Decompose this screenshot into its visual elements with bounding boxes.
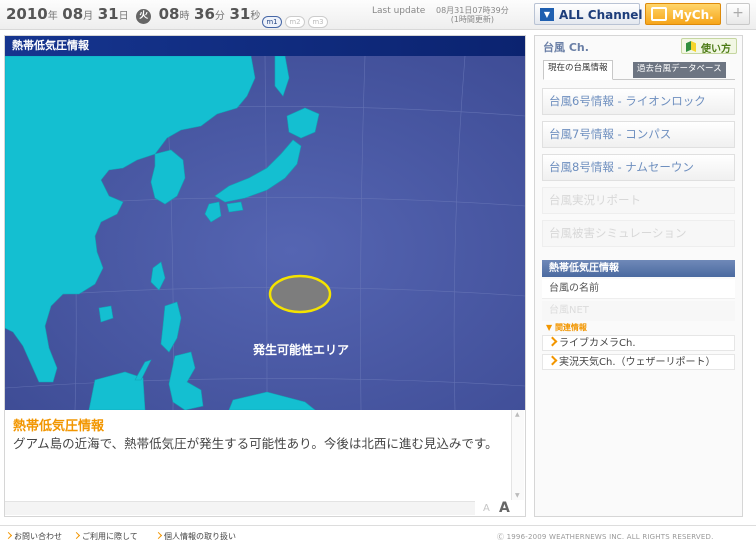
typhoon-map: 発生可能性エリア [5,56,525,410]
mych-button[interactable]: MyCh. [645,3,721,25]
clock-day: 31 [97,5,119,23]
arrow-icon [72,531,81,540]
arrow-icon [547,355,558,366]
footer-terms-label: ご利用に際して [82,532,138,541]
font-size-large-button[interactable]: A [499,500,510,516]
mych-label: MyCh. [672,8,714,22]
related-weather-report-label: 実況天気Ch.（ウェザーリポート） [559,357,716,368]
sidebar-header: 台風 Ch. 使い方 [535,36,742,56]
clock-second-unit: 秒 [250,11,261,22]
mode-tab-m1[interactable]: m1 [262,16,282,28]
clock-weekday: 火 [136,9,152,24]
formation-area-label: 発生可能性エリア [253,343,350,357]
footer-terms-link[interactable]: ご利用に際して [72,531,138,542]
main-panel: 熱帯低気圧情報 発生可能性エリア 熱帯低気圧情報 グアム島の近海で、熱帯低気圧が… [4,35,526,517]
footer-privacy-link[interactable]: 個人情報の取り扱い [154,531,236,542]
current-time: 2010年 08月 31日 火 08時 36分 31秒 [6,5,260,24]
description-text: グアム島の近海で、熱帯低気圧が発生する可能性あり。今後は北西に進む見込みです。 [13,436,498,451]
arrow-icon [547,336,558,347]
clock-minute: 36 [194,5,215,23]
footer-contact-label: お問い合わせ [14,532,62,541]
description-box: 熱帯低気圧情報 グアム島の近海で、熱帯低気圧が発生する可能性あり。今後は北西に進… [5,410,525,516]
clock-minute-unit: 分 [214,11,225,22]
arrow-icon [4,531,13,540]
sidebar-tabs: 現在の台風情報 過去台風データベース [543,60,735,80]
sidebar-title: 台風 Ch. [543,41,589,54]
clock-month-unit: 月 [83,11,94,22]
copyright: Ⓒ 1996-2009 WEATHERNEWS INC. ALL RIGHTS … [497,533,714,541]
beginner-mark-icon [686,41,696,52]
related-live-camera-link[interactable]: ライブカメラCh. [542,335,735,351]
related-live-camera-label: ライブカメラCh. [559,338,636,349]
last-update-note: (1時間更新) [450,15,495,24]
formation-area [268,274,332,314]
scroll-down-icon[interactable]: ▼ [515,492,520,499]
related-info-title: 関連情報 [554,323,587,332]
mode-tab-m3[interactable]: m3 [308,16,328,28]
typhoon-7-button[interactable]: 台風7号情報 - コンパス [542,121,735,148]
top-bar: 2010年 08月 31日 火 08時 36分 31秒 m1 m2 m3 Last … [0,0,756,30]
clock-second: 31 [229,5,251,23]
tab-past-typhoon-database[interactable]: 過去台風データベース [633,62,726,78]
clock-year-unit: 年 [47,11,58,22]
related-info-heading: ▼ 関連情報 [546,323,587,332]
clock-month: 08 [62,5,84,23]
related-weather-report-link[interactable]: 実況天気Ch.（ウェザーリポート） [542,354,735,370]
typhoon-name-link[interactable]: 台風の名前 [542,279,735,299]
mode-tab-m2[interactable]: m2 [285,16,305,28]
usage-button[interactable]: 使い方 [681,38,737,55]
scroll-up-icon[interactable]: ▲ [515,411,520,418]
all-channel-label: ALL Channel [559,8,643,22]
last-update-time: 08月31日07時39分 [436,6,509,15]
add-channel-button[interactable]: + [726,3,750,25]
all-channel-button[interactable]: ▼ ALL Channel [534,3,643,25]
footer-privacy-label: 個人情報の取り扱い [164,532,236,541]
footer: お問い合わせ ご利用に際して 個人情報の取り扱い Ⓒ 1996-2009 WEA… [0,525,756,545]
description-scrollbar[interactable]: ▲ ▼ [511,410,524,500]
typhoon-net-link: 台風NET [542,301,735,321]
font-size-small-button[interactable]: A [483,503,490,514]
last-update: 08月31日07時39分 (1時間更新) [436,6,509,24]
tropical-depression-section[interactable]: 熱帯低気圧情報 [542,260,735,277]
clock-year: 2010 [6,5,48,23]
typhoon-simulation-button: 台風被害シミュレーション [542,220,735,247]
typhoon-8-button[interactable]: 台風8号情報 - ナムセーウン [542,154,735,181]
mode-tabs: m1 m2 m3 [262,9,331,28]
description-title: 熱帯低気圧情報 [13,419,105,434]
typhoon-report-button: 台風実況リポート [542,187,735,214]
weathernews-page: 2010年 08月 31日 火 08時 36分 31秒 m1 m2 m3 Last … [0,0,756,545]
clock-hour-unit: 時 [179,11,190,22]
clock-hour: 08 [158,5,180,23]
typhoon-6-button[interactable]: 台風6号情報 - ライオンロック [542,88,735,115]
typhoon-list: 台風6号情報 - ライオンロック 台風7号情報 - コンパス 台風8号情報 - … [542,88,735,253]
last-update-label: Last update [372,6,426,16]
monitor-icon [651,7,667,21]
panel-title: 熱帯低気圧情報 [5,36,525,56]
chevron-down-icon: ▼ [540,8,554,21]
tab-current-typhoon[interactable]: 現在の台風情報 [543,60,613,80]
footer-contact-link[interactable]: お問い合わせ [4,531,62,542]
clock-day-unit: 日 [118,11,129,22]
horizontal-scrollbar[interactable] [5,501,475,515]
arrow-icon [154,531,163,540]
usage-label: 使い方 [701,44,731,55]
typhoon-channel-sidebar: 台風 Ch. 使い方 現在の台風情報 過去台風データベース 台風6号情報 - ラ… [534,35,743,517]
